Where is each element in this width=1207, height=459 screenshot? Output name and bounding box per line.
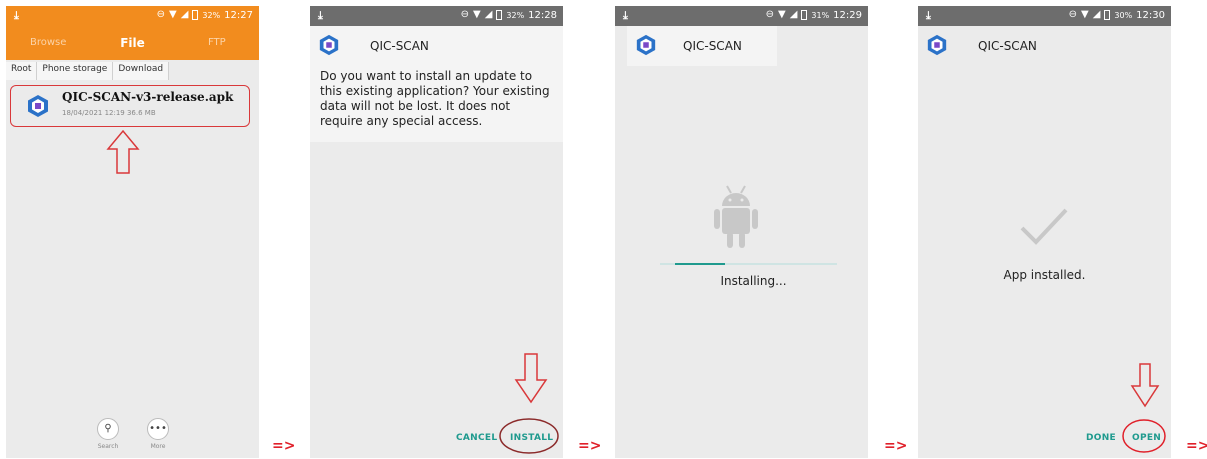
breadcrumb-phone-storage[interactable]: Phone storage	[37, 62, 114, 80]
install-highlight-ellipse	[499, 418, 559, 454]
install-message: Do you want to install an update to this…	[320, 69, 550, 128]
app-header: QIC-SCAN	[627, 26, 777, 66]
file-list-item[interactable]: QIC-SCAN-v3-release.apk 18/04/2021 12:19…	[14, 88, 252, 126]
signal-icon: ◢	[484, 9, 493, 20]
install-progress-bar	[660, 263, 837, 265]
flow-arrow: =>	[884, 438, 908, 454]
wifi-icon: ▼	[1080, 9, 1089, 20]
wifi-icon: ▼	[777, 9, 786, 20]
qic-scan-app-icon	[319, 34, 339, 56]
down-arrow-annotation-icon	[514, 353, 548, 404]
done-button[interactable]: DONE	[1086, 433, 1116, 443]
app-title: QIC-SCAN	[978, 39, 1037, 53]
install-prompt-screen: ⤓ ⊖ ▼ ◢ 32% 12:28 QIC-SCAN Do you want t…	[310, 6, 563, 458]
more-button[interactable]: ••• More	[138, 418, 178, 450]
signal-icon: ◢	[1092, 9, 1101, 20]
wifi-icon: ▼	[168, 9, 177, 20]
tab-browse[interactable]: Browse	[6, 26, 90, 60]
installed-screen: ⤓ ⊖ ▼ ◢ 30% 12:30 QIC-SCAN App installed…	[918, 6, 1171, 458]
battery-percent: 32%	[506, 10, 525, 20]
app-header: QIC-SCAN	[310, 26, 440, 66]
installing-status: Installing...	[720, 274, 787, 288]
clock: 12:29	[833, 9, 862, 21]
open-button[interactable]: OPEN	[1132, 433, 1161, 443]
clock: 12:30	[1136, 9, 1165, 21]
up-arrow-annotation-icon	[106, 129, 140, 174]
tab-bar: Browse File FTP	[6, 26, 259, 60]
battery-icon	[1104, 10, 1111, 20]
search-icon: ⚲	[97, 418, 119, 440]
file-name: QIC-SCAN-v3-release.apk	[62, 90, 234, 104]
progress-fill	[675, 263, 725, 265]
clock: 12:28	[528, 9, 557, 21]
signal-icon: ◢	[180, 9, 189, 20]
signal-icon: ◢	[789, 9, 798, 20]
download-icon: ⤓	[318, 9, 323, 22]
wifi-icon: ▼	[472, 9, 481, 20]
app-title: QIC-SCAN	[370, 39, 429, 53]
battery-icon	[496, 10, 503, 20]
installed-status: App installed.	[1003, 268, 1086, 282]
breadcrumb: Root Phone storage Download	[6, 62, 170, 80]
more-icon: •••	[147, 418, 169, 440]
dnd-icon: ⊖	[156, 9, 165, 20]
check-icon	[1020, 208, 1068, 245]
dnd-icon: ⊖	[1068, 9, 1077, 20]
battery-percent: 30%	[1114, 10, 1133, 20]
installing-screen: ⤓ ⊖ ▼ ◢ 31% 12:29 QIC-SCAN Installing...	[615, 6, 868, 458]
flow-arrow: =>	[1186, 438, 1207, 454]
flow-arrow: =>	[578, 438, 602, 454]
app-title: QIC-SCAN	[683, 39, 742, 53]
app-header: QIC-SCAN	[918, 26, 1068, 66]
download-icon: ⤓	[623, 9, 628, 22]
qic-scan-app-icon	[28, 95, 48, 117]
status-bar: ⤓ ⊖ ▼ ◢ 31% 12:29	[615, 6, 868, 26]
dnd-icon: ⊖	[460, 9, 469, 20]
status-bar: ⤓ ⊖ ▼ ◢ 32% 12:28	[310, 6, 563, 26]
flow-arrow: =>	[272, 438, 296, 454]
tab-ftp[interactable]: FTP	[175, 26, 259, 60]
status-bar: ⤓ ⊖ ▼ ◢ 32% 12:27	[6, 6, 259, 26]
tab-file[interactable]: File	[90, 26, 174, 60]
battery-percent: 32%	[202, 10, 221, 20]
breadcrumb-download[interactable]: Download	[113, 62, 170, 80]
battery-percent: 31%	[811, 10, 830, 20]
download-icon: ⤓	[926, 9, 931, 22]
android-robot-icon	[714, 185, 758, 248]
qic-scan-app-icon	[927, 34, 947, 56]
battery-icon	[192, 10, 199, 20]
breadcrumb-root[interactable]: Root	[6, 62, 38, 80]
download-icon: ⤓	[14, 9, 19, 22]
status-bar: ⤓ ⊖ ▼ ◢ 30% 12:30	[918, 6, 1171, 26]
file-meta: 18/04/2021 12:19 36.6 MB	[62, 109, 156, 117]
file-manager-screen: ⤓ ⊖ ▼ ◢ 32% 12:27 Browse File FTP Root P…	[6, 6, 259, 458]
down-arrow-annotation-icon	[1130, 363, 1160, 408]
dnd-icon: ⊖	[765, 9, 774, 20]
cancel-button[interactable]: CANCEL	[456, 433, 497, 443]
battery-icon	[801, 10, 808, 20]
qic-scan-app-icon	[636, 34, 656, 56]
search-button[interactable]: ⚲ Search	[88, 418, 128, 450]
clock: 12:27	[224, 9, 253, 21]
